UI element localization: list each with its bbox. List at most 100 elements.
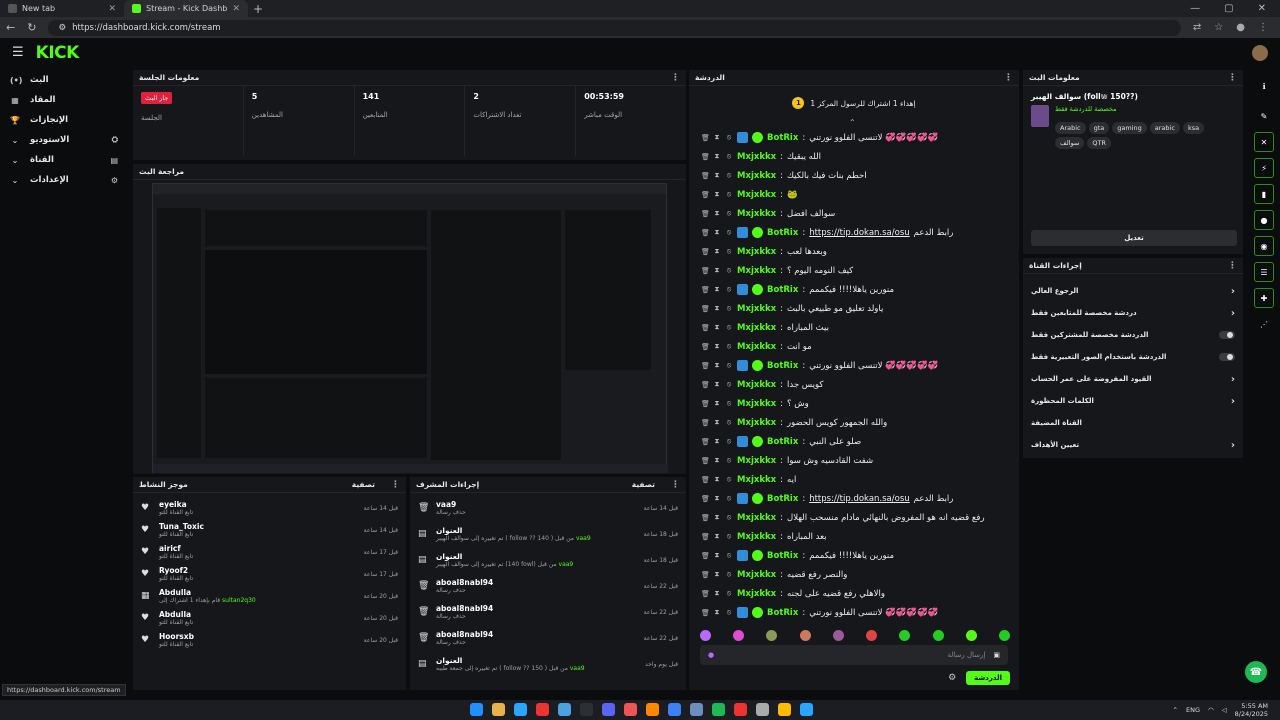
chat-message[interactable]: 🗑 ⧗ ⦸ Mxjxkkx: كيف النومه اليوم ؟ — [689, 261, 1019, 280]
timeout-icon[interactable]: ⧗ — [713, 589, 721, 598]
trash-icon[interactable]: 🗑 — [701, 552, 710, 560]
chat-username[interactable]: Mxjxkkx — [737, 475, 776, 485]
channel-action-item[interactable]: الكلمات المحظورة › — [1023, 390, 1243, 412]
trash-icon[interactable]: 🗑 — [701, 400, 710, 408]
taskbar-app-icon[interactable] — [514, 703, 527, 716]
trash-icon[interactable]: 🗑 — [701, 457, 710, 465]
emote-icon[interactable] — [832, 629, 844, 641]
menu-dots-icon[interactable]: ⋮ — [1258, 22, 1268, 33]
tab-kick-dashboard[interactable]: Stream - Kick Dashboard ✕ — [124, 0, 248, 17]
chat-username[interactable]: Mxjxkkx — [737, 171, 776, 181]
timeout-icon[interactable]: ⧗ — [713, 494, 721, 503]
trash-icon[interactable]: 🗑 — [701, 438, 710, 446]
channel-action-item[interactable]: الدردشة مخصصة للمشتركين فقط — [1023, 324, 1243, 346]
more-options-icon[interactable]: ⋮ — [391, 480, 400, 490]
trash-icon[interactable]: 🗑 — [701, 210, 710, 218]
trash-icon[interactable]: 🗑 — [701, 514, 710, 522]
trash-icon[interactable]: 🗑 — [701, 134, 710, 142]
chat-message[interactable]: 🗑 ⧗ ⦸ Mxjxkkx: سوالف افضل — [689, 204, 1019, 223]
tag[interactable]: Arabic — [1055, 122, 1086, 134]
chat-message[interactable]: 🗑 ⧗ ⦸ BotRix: صلو على النبي — [689, 432, 1019, 451]
ban-icon[interactable]: ⦸ — [725, 171, 733, 180]
chat-message[interactable]: 🗑 ⧗ ⦸ BotRix: https://tip.dokan.sa/osu رابط ا… — [689, 223, 1019, 242]
raid-icon[interactable]: ✕ — [1254, 132, 1274, 152]
timeout-icon[interactable]: ⧗ — [713, 608, 721, 617]
chat-message[interactable]: 🗑 ⧗ ⦸ Mxjxkkx: الله يبقيك — [689, 147, 1019, 166]
tag[interactable]: سوالف — [1055, 137, 1085, 149]
channel-action-item[interactable]: تعيين الأهداف › — [1023, 434, 1243, 456]
maximize-icon[interactable]: ▢ — [1224, 3, 1233, 14]
chat-username[interactable]: BotRix — [767, 228, 798, 238]
taskbar-app-icon[interactable] — [778, 703, 791, 716]
translate-icon[interactable]: ⇄ — [1193, 22, 1201, 33]
trash-icon[interactable]: 🗑 — [701, 533, 710, 541]
chat-username[interactable]: Mxjxkkx — [737, 399, 776, 409]
hamburger-menu-icon[interactable]: ☰ — [12, 45, 24, 60]
channel-action-item[interactable]: القناة المضيفة — [1023, 412, 1243, 434]
timeout-icon[interactable]: ⧗ — [713, 532, 721, 541]
taskbar-app-icon[interactable] — [492, 703, 505, 716]
emote-icon[interactable] — [766, 629, 778, 641]
ban-icon[interactable]: ⦸ — [725, 228, 733, 237]
stream-preview-video[interactable] — [152, 183, 668, 473]
chat-message[interactable]: 🗑 ⧗ ⦸ Mxjxkkx: بيث المباراه — [689, 318, 1019, 337]
chat-username[interactable]: Mxjxkkx — [737, 513, 776, 523]
site-info-icon[interactable]: ⚙ — [58, 23, 66, 33]
ban-icon[interactable]: ⦸ — [725, 323, 733, 332]
timeout-icon[interactable]: ⧗ — [713, 285, 721, 294]
chat-username[interactable]: Mxjxkkx — [737, 380, 776, 390]
timeout-icon[interactable]: ⧗ — [713, 399, 721, 408]
ban-icon[interactable]: ⦸ — [725, 418, 733, 427]
ban-icon[interactable]: ⦸ — [725, 190, 733, 199]
trash-icon[interactable]: 🗑 — [701, 495, 710, 503]
pinned-message[interactable]: 1 إهداء 1 اشتراك للرسول المركز 1 — [699, 92, 1009, 114]
chat-username[interactable]: BotRix — [767, 361, 798, 371]
pencil-icon[interactable]: ✎ — [1254, 106, 1274, 126]
taskbar-app-icon[interactable] — [536, 703, 549, 716]
lightning-icon[interactable]: ⚡ — [1254, 158, 1274, 178]
chat-message[interactable]: 🗑 ⧗ ⦸ Mxjxkkx: شفت القادسيه وش سوا — [689, 451, 1019, 470]
chat-username[interactable]: Mxjxkkx — [737, 209, 776, 219]
chevron-up-icon[interactable]: ⌃ — [1173, 706, 1178, 714]
emote-icon[interactable] — [899, 629, 911, 641]
volume-icon[interactable]: ◁ — [1222, 706, 1227, 714]
timeout-icon[interactable]: ⧗ — [713, 190, 721, 199]
trash-icon[interactable]: 🗑 — [701, 267, 710, 275]
more-options-icon[interactable]: ⋮ — [1228, 73, 1237, 83]
chat-username[interactable]: Mxjxkkx — [737, 247, 776, 257]
toggle-switch[interactable] — [1219, 353, 1235, 361]
chat-message[interactable]: 🗑 ⧗ ⦸ BotRix: لاتنسى الفلوو نورتني 💞💞💞💞💞 — [689, 128, 1019, 147]
tag[interactable]: gta — [1088, 122, 1110, 134]
chat-message[interactable]: 🗑 ⧗ ⦸ Mxjxkkx: كويس جدا — [689, 375, 1019, 394]
minimize-icon[interactable]: — — [1190, 3, 1200, 14]
tag[interactable]: gaming — [1112, 122, 1147, 134]
trash-icon[interactable]: 🗑 — [701, 172, 710, 180]
more-options-icon[interactable]: ⋮ — [671, 480, 680, 490]
moderator-link[interactable]: vaa9 — [559, 561, 574, 568]
chat-message[interactable]: 🗑 ⧗ ⦸ Mxjxkkx: رفع قضيه انه هو المفروض بالنه… — [689, 508, 1019, 527]
lang-indicator[interactable]: ENG — [1186, 706, 1200, 714]
chat-message[interactable]: 🗑 ⧗ ⦸ Mxjxkkx: والله الجمهور كويس الحضور — [689, 413, 1019, 432]
ban-icon[interactable]: ⦸ — [725, 304, 733, 313]
taskbar-app-icon[interactable] — [756, 703, 769, 716]
chat-message[interactable]: 🗑 ⧗ ⦸ BotRix: https://tip.dokan.sa/osu رابط ا… — [689, 489, 1019, 508]
chat-message[interactable]: 🗑 ⧗ ⦸ Mxjxkkx: والاهلي رفع قضيه على لجنه — [689, 584, 1019, 603]
trash-icon[interactable]: 🗑 — [701, 343, 710, 351]
taskbar-app-icon[interactable] — [668, 703, 681, 716]
chat-username[interactable]: BotRix — [767, 494, 798, 504]
timeout-icon[interactable]: ⧗ — [713, 456, 721, 465]
trash-icon[interactable]: 🗑 — [701, 305, 710, 313]
ban-icon[interactable]: ⦸ — [725, 494, 733, 503]
tag[interactable]: QTR — [1087, 137, 1111, 149]
wifi-icon[interactable]: ◠ — [1208, 706, 1214, 714]
trash-icon[interactable]: 🗑 — [701, 324, 710, 332]
chat-message[interactable]: 🗑 ⧗ ⦸ BotRix: منورين ياهلا!!!! فيكممم — [689, 546, 1019, 565]
chat-username[interactable]: BotRix — [767, 551, 798, 561]
timeout-icon[interactable]: ⧗ — [713, 570, 721, 579]
trash-icon[interactable]: 🗑 — [701, 590, 710, 598]
chat-username[interactable]: Mxjxkkx — [737, 304, 776, 314]
chat-message[interactable]: 🗑 ⧗ ⦸ BotRix: لاتنسى الفلوو نورتني 💞💞💞💞💞 — [689, 356, 1019, 375]
chat-username[interactable]: BotRix — [767, 285, 798, 295]
ban-icon[interactable]: ⦸ — [725, 152, 733, 161]
ban-icon[interactable]: ⦸ — [725, 285, 733, 294]
